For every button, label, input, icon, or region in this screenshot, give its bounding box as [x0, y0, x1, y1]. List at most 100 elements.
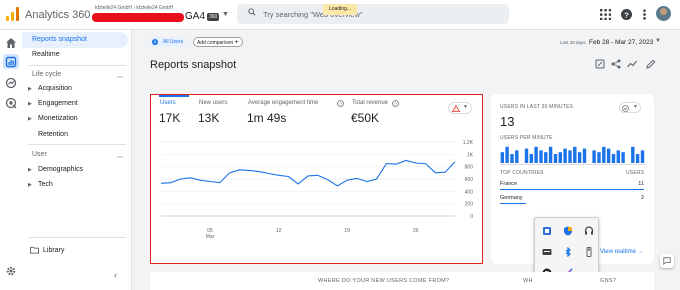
keyboard-icon[interactable]	[542, 247, 552, 257]
nav-tech[interactable]: Tech	[38, 181, 53, 188]
nav-divider	[28, 65, 126, 66]
metric-new-users-label[interactable]: New users	[199, 100, 227, 106]
metric-users-label[interactable]: Users	[160, 100, 176, 106]
nav-reports-snapshot[interactable]: Reports snapshot	[32, 36, 87, 43]
date-dropdown-icon[interactable]: ▼	[655, 38, 661, 44]
expand-arrow-icon[interactable]: ▶	[28, 86, 32, 92]
apps-grid-icon[interactable]	[600, 9, 611, 20]
nav-realtime[interactable]: Realtime	[32, 51, 60, 58]
defender-shield-icon[interactable]	[563, 226, 573, 236]
folder-icon	[30, 246, 39, 254]
help-icon[interactable]: ?	[621, 9, 632, 20]
reports-icon[interactable]	[5, 56, 17, 68]
x-tick-label: 26	[413, 228, 419, 234]
all-users-label: All Users	[163, 39, 184, 45]
add-comparison-button[interactable]: Add comparison +	[193, 37, 243, 47]
account-breadcrumb[interactable]: kfzteile24 GmbH › kfzteile24 GmbH	[95, 5, 173, 11]
metric-new-users-value[interactable]: 13K	[198, 111, 219, 125]
date-range-picker[interactable]: Feb 28 - Mar 27, 2023	[589, 39, 653, 46]
more-vert-icon[interactable]	[639, 9, 650, 20]
user-avatar[interactable]	[656, 6, 671, 21]
loading-indicator: Loading...	[323, 4, 357, 15]
nav-acquisition[interactable]: Acquisition	[38, 85, 72, 92]
per-minute-bar	[631, 146, 635, 163]
settings-gear-icon[interactable]	[5, 265, 17, 277]
per-minute-bar	[510, 154, 514, 163]
per-minute-bar	[500, 152, 504, 163]
per-minute-bar	[568, 150, 572, 163]
usb-drive-icon[interactable]	[584, 247, 594, 257]
property-dropdown-icon[interactable]: ▼	[222, 11, 229, 18]
app-tray-icon[interactable]	[542, 226, 552, 236]
analytics-logo-icon[interactable]	[6, 7, 20, 21]
y-tick-label: 800	[465, 165, 474, 171]
per-minute-bar	[573, 146, 577, 163]
metric-revenue-value[interactable]: €50K	[351, 111, 379, 125]
per-minute-bar	[592, 150, 596, 163]
app-title: Analytics 360	[25, 9, 91, 21]
customize-report-icon[interactable]	[595, 59, 605, 69]
nav-monetization[interactable]: Monetization	[38, 115, 78, 122]
view-realtime-link[interactable]: View realtime →	[600, 249, 644, 255]
collapse-nav-chevron-icon[interactable]: ‹	[114, 270, 117, 280]
date-range-label: Last 28 days	[560, 40, 586, 45]
x-tick-label: 12	[276, 228, 282, 234]
info-icon[interactable]: ?	[337, 100, 344, 107]
add-comparison-label: Add comparison	[197, 40, 234, 46]
collapse-chevron-icon[interactable]: ︿	[117, 71, 123, 80]
all-users-chip[interactable]: A All Users	[150, 37, 187, 47]
feedback-icon	[663, 257, 671, 265]
metric-revenue-label[interactable]: Total revenue	[352, 100, 388, 106]
divider	[500, 164, 645, 165]
metric-users-value[interactable]: 17K	[159, 111, 180, 125]
bluetooth-icon[interactable]	[563, 247, 573, 257]
users-column-header: USERS	[626, 170, 645, 176]
country-share-bar	[500, 189, 644, 190]
realtime-options-button[interactable]: ▼	[619, 102, 641, 113]
dropdown-arrow-icon: ▼	[463, 104, 468, 110]
realtime-users-header: USERS IN LAST 30 MINUTES	[500, 104, 574, 110]
feedback-button[interactable]	[660, 254, 674, 268]
edit-pencil-icon[interactable]	[646, 59, 656, 69]
share-icon[interactable]	[611, 59, 621, 69]
data-quality-button[interactable]: ! ▼	[448, 102, 472, 114]
info-icon[interactable]: ?	[392, 100, 399, 107]
country-users: 2	[640, 195, 644, 201]
property-name[interactable]: GA4	[185, 11, 205, 22]
home-icon[interactable]	[5, 37, 17, 49]
y-tick-label: 600	[465, 177, 474, 183]
per-minute-bar	[577, 152, 582, 163]
advertising-icon[interactable]	[5, 97, 17, 109]
metric-engagement-label[interactable]: Average engagement time	[248, 100, 318, 106]
explore-icon[interactable]	[5, 77, 17, 89]
expand-arrow-icon[interactable]: ▶	[28, 167, 32, 173]
users-line-chart: 1.2K1K800600400200005Mar12 19 26	[160, 140, 474, 240]
users-per-minute-header: USERS PER MINUTE	[500, 135, 553, 141]
nav-section-life-cycle[interactable]: Life cycle	[32, 71, 61, 78]
per-minute-bar	[611, 154, 616, 163]
users-per-minute-bars	[500, 146, 645, 163]
expand-arrow-icon[interactable]: ▶	[28, 182, 32, 188]
collapse-chevron-icon[interactable]: ︿	[117, 151, 123, 160]
per-minute-bar	[534, 146, 538, 163]
nav-demographics[interactable]: Demographics	[38, 166, 83, 173]
svg-text:?: ?	[394, 101, 397, 106]
nav-retention[interactable]: Retention	[38, 131, 68, 138]
per-minute-bar	[539, 150, 543, 163]
expand-arrow-icon[interactable]: ▶	[28, 116, 32, 122]
svg-text:?: ?	[624, 10, 629, 19]
metric-engagement-value[interactable]: 1m 49s	[247, 111, 286, 125]
top-countries-header: TOP COUNTRIES	[500, 170, 544, 176]
per-minute-bar	[635, 154, 640, 163]
insights-icon[interactable]	[627, 59, 637, 69]
campaigns-heading-start: WH	[523, 278, 533, 284]
nav-section-user[interactable]: User	[32, 151, 47, 158]
nav-library[interactable]: Library	[43, 247, 64, 254]
nav-engagement[interactable]: Engagement	[38, 100, 78, 107]
headset-icon[interactable]	[584, 226, 594, 236]
y-tick-label: 200	[465, 202, 474, 208]
expand-arrow-icon[interactable]: ▶	[28, 101, 32, 107]
per-minute-bar	[621, 152, 625, 163]
per-minute-bar	[640, 150, 645, 163]
per-minute-bar	[529, 154, 533, 163]
